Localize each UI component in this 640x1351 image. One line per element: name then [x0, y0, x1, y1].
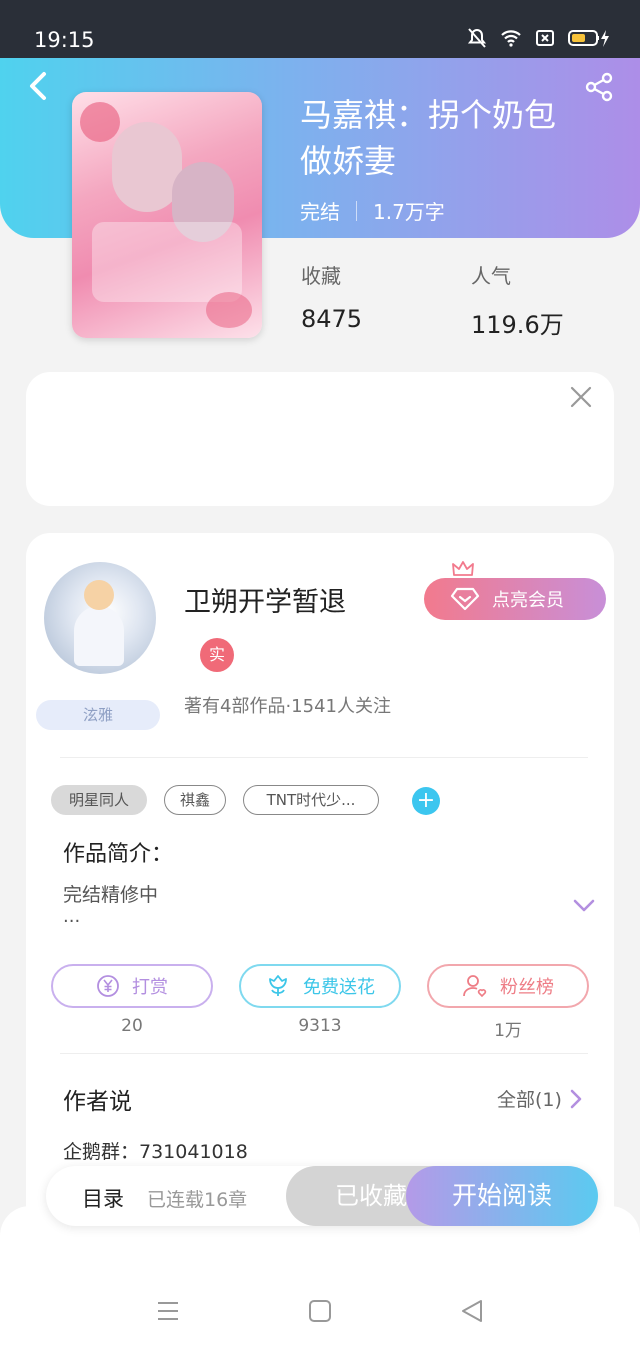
- tag-item[interactable]: 明星同人: [51, 785, 147, 815]
- author-summary: 著有4部作品·1541人关注: [184, 696, 391, 717]
- status-time: 19:15: [34, 28, 95, 52]
- table-of-contents-button[interactable]: 目录: [82, 1183, 124, 1213]
- diamond-icon: [450, 587, 480, 611]
- tag-item[interactable]: TNT时代少...: [243, 785, 379, 815]
- author-says-all-link[interactable]: 全部(1): [497, 1085, 582, 1112]
- intro-text: 完结精修中: [63, 884, 159, 906]
- stat-popularity: 人气 119.6万: [471, 264, 564, 339]
- crown-icon: [452, 561, 474, 576]
- book-cover-image[interactable]: [72, 92, 262, 338]
- status-icons: [466, 28, 610, 48]
- back-triangle-icon[interactable]: [459, 1298, 485, 1324]
- send-flower-button[interactable]: 免费送花: [239, 964, 401, 1008]
- chevron-down-icon[interactable]: [572, 898, 596, 914]
- yen-coin-icon: [97, 975, 119, 997]
- status-bar: 19:15: [0, 0, 640, 58]
- author-says-content: 企鹅群：731041018: [63, 1141, 248, 1163]
- send-flower-label: 免费送花: [303, 977, 375, 998]
- book-status: 完结: [300, 200, 340, 224]
- author-avatar[interactable]: [44, 562, 156, 674]
- intro-heading: 作品简介：: [63, 842, 174, 867]
- serial-info: 已连载16章: [147, 1189, 248, 1211]
- back-arrow-icon[interactable]: [24, 68, 52, 104]
- tag-item[interactable]: 祺鑫: [164, 785, 226, 815]
- vip-membership-button[interactable]: 点亮会员: [424, 578, 606, 620]
- vip-button-label: 点亮会员: [492, 590, 564, 611]
- flower-icon: [269, 975, 287, 996]
- tip-count: 20: [121, 1016, 143, 1036]
- book-word-count: 1.7万字: [373, 200, 445, 224]
- tip-button[interactable]: 打赏: [51, 964, 213, 1008]
- battery-icon: [568, 30, 609, 47]
- ad-card: [26, 372, 614, 506]
- add-tag-button[interactable]: +: [412, 787, 440, 815]
- divider: [60, 1053, 588, 1054]
- verified-badge: 实: [200, 638, 234, 672]
- book-meta: 完结 1.7万字: [300, 196, 445, 225]
- start-reading-button[interactable]: 开始阅读: [406, 1166, 598, 1226]
- bell-muted-icon: [467, 28, 487, 48]
- home-square-icon[interactable]: [307, 1298, 333, 1324]
- menu-icon[interactable]: [155, 1298, 181, 1324]
- fan-ranking-button[interactable]: 粉丝榜: [427, 964, 589, 1008]
- fan-ranking-label: 粉丝榜: [500, 977, 554, 998]
- flower-count: 9313: [298, 1016, 342, 1036]
- fan-count: 1万: [494, 1021, 522, 1041]
- close-icon[interactable]: [570, 386, 592, 408]
- author-name[interactable]: 卫朔开学暂退: [184, 580, 346, 619]
- author-nickname-badge: 泫雅: [36, 700, 160, 730]
- meta-divider: [356, 200, 357, 221]
- tip-label: 打赏: [132, 977, 168, 998]
- stat-collections: 收藏 8475: [301, 264, 363, 333]
- fan-user-icon: [463, 975, 487, 998]
- divider: [60, 757, 588, 758]
- author-says-heading: 作者说: [63, 1089, 132, 1115]
- intro-ellipsis: ...: [63, 906, 81, 927]
- wifi-icon: [501, 30, 521, 47]
- sim-x-icon: [536, 30, 554, 46]
- bottom-panel: [0, 1206, 640, 1351]
- book-title: 马嘉祺：拐个奶包 做娇妻: [300, 96, 557, 180]
- chevron-right-icon: [570, 1089, 582, 1108]
